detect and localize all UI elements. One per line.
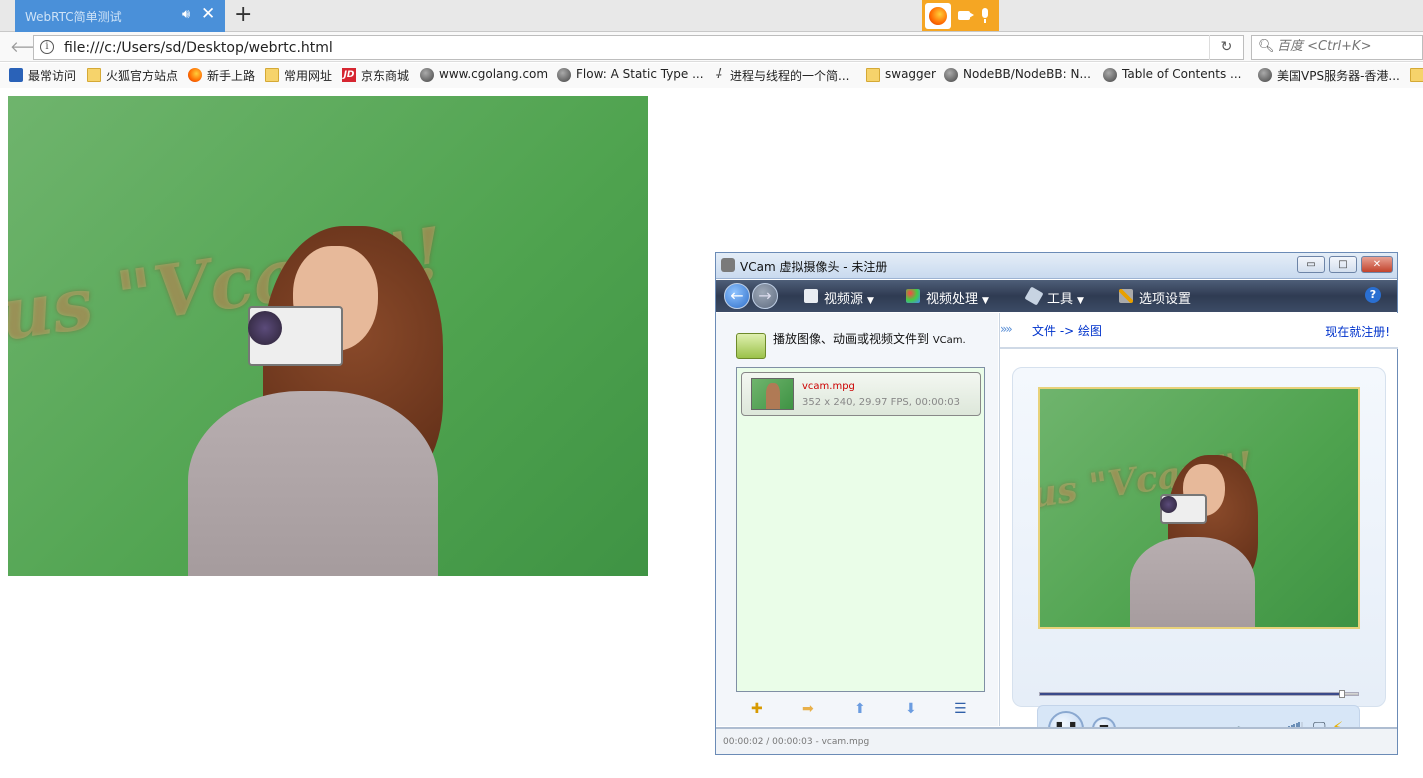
tab-title: WebRTC简单测试: [25, 10, 122, 24]
url-text[interactable]: file:///c:/Users/sd/Desktop/webrtc.html: [64, 40, 333, 56]
document-icon: [804, 289, 818, 303]
bookmarks-toolbar: 最常访问 火狐官方站点 新手上路 常用网址 JD 京东商城 www.cgolang…: [0, 63, 1423, 88]
add-file-icon[interactable]: ✚: [751, 702, 763, 716]
move-up-icon[interactable]: ⬆: [854, 702, 866, 716]
search-icon: 🔍︎: [1258, 39, 1275, 54]
navigation-bar: 🡐 i file:///c:/Users/sd/Desktop/webrtc.h…: [0, 32, 1423, 62]
folder-icon: [265, 68, 279, 82]
frequent-icon: [9, 68, 23, 82]
bookmark-item[interactable]: 新手上路: [188, 67, 255, 84]
preview-video[interactable]: us "Vcam"!: [1038, 387, 1360, 629]
bookmark-item[interactable]: 常用网址: [265, 67, 332, 84]
tag-icon: [1024, 286, 1044, 306]
forward-button[interactable]: →: [752, 283, 778, 309]
bookmark-item[interactable]: ⸸ 进程与线程的一个简...: [711, 67, 850, 84]
bookmark-item[interactable]: JD 京东商城: [342, 67, 409, 84]
vcam-title: VCam 虚拟摄像头 - 未注册: [740, 260, 888, 274]
close-tab-icon[interactable]: ✕: [201, 4, 215, 24]
breadcrumb-path[interactable]: 文件 -> 绘图: [1032, 322, 1102, 339]
file-meta: 352 x 240, 29.97 FPS, 00:00:03: [802, 397, 961, 408]
playlist-header: 播放图像、动画或视频文件到 VCam.: [773, 332, 966, 346]
vcam-app-icon: [721, 258, 735, 272]
seek-handle[interactable]: [1339, 690, 1346, 698]
help-icon[interactable]: ?: [1365, 287, 1381, 303]
bookmark-item[interactable]: www.cgolang.com: [420, 67, 548, 82]
preview-frame: us "Vcam"! ❚❚ ■ 🔈 🖵 ⚡: [1012, 367, 1386, 753]
color-balls-icon: [906, 289, 920, 303]
media-sharing-indicator[interactable]: [922, 0, 999, 31]
bookmark-item[interactable]: 火狐官方站点: [87, 67, 178, 84]
tab-bar: WebRTC简单测试 🔊︎ ✕ +: [0, 0, 1423, 32]
minimize-button[interactable]: ▭: [1297, 256, 1325, 273]
list-menu-icon[interactable]: ☰: [954, 702, 967, 716]
address-bar[interactable]: i file:///c:/Users/sd/Desktop/webrtc.htm…: [33, 35, 1244, 60]
globe-icon: [944, 68, 958, 82]
vcam-toolbar: ← → 视频源 ▼ 视频处理 ▼ 工具 ▼ 选项设置 ?: [716, 280, 1397, 312]
file-list[interactable]: vcam.mpg 352 x 240, 29.97 FPS, 00:00:03: [736, 367, 985, 692]
jd-icon: JD: [342, 68, 356, 82]
file-thumbnail: [751, 378, 794, 410]
camera-icon[interactable]: [958, 11, 974, 20]
new-tab-button[interactable]: +: [234, 2, 252, 27]
seek-slider[interactable]: [1039, 690, 1359, 698]
search-bar[interactable]: 🔍︎: [1251, 35, 1423, 60]
playlist-panel: 播放图像、动画或视频文件到 VCam. vcam.mpg 352 x 240, …: [716, 313, 998, 726]
bookmark-item[interactable]: Table of Contents ...: [1103, 67, 1241, 82]
menu-video-processing[interactable]: 视频处理 ▼: [906, 288, 989, 307]
preview-panel: »» 文件 -> 绘图 现在就注册! us "Vcam"! ❚❚: [999, 313, 1398, 753]
search-input[interactable]: [1277, 39, 1417, 54]
webrtc-video[interactable]: us "Vcam"!: [8, 96, 648, 576]
add-folder-icon[interactable]: ➡: [802, 702, 814, 716]
reload-icon[interactable]: ↻: [1209, 35, 1243, 60]
menu-tools[interactable]: 工具 ▼: [1024, 286, 1084, 307]
move-down-icon[interactable]: ⬇: [905, 702, 917, 716]
bookmark-item[interactable]: 美国VPS服务器-香港...: [1258, 67, 1400, 84]
menu-options[interactable]: 选项设置: [1119, 288, 1191, 307]
status-bar: 00:00:02 / 00:00:03 - vcam.mpg: [716, 727, 1397, 754]
globe-icon: [557, 68, 571, 82]
maximize-button[interactable]: □: [1329, 256, 1357, 273]
seek-progress: [1040, 693, 1343, 695]
vcam-title-bar[interactable]: VCam 虚拟摄像头 - 未注册 ▭ □ ✕: [716, 253, 1397, 279]
folder-icon: [1410, 68, 1423, 82]
folder-open-icon: [736, 333, 766, 359]
tab-webrtc[interactable]: WebRTC简单测试 🔊︎ ✕: [15, 0, 225, 32]
firefox-icon: [188, 68, 202, 82]
menu-video-source[interactable]: 视频源 ▼: [804, 288, 874, 307]
bookmark-item[interactable]: NodeBB/NodeBB: N...: [944, 67, 1091, 82]
list-item[interactable]: vcam.mpg 352 x 240, 29.97 FPS, 00:00:03: [741, 372, 981, 416]
file-name: vcam.mpg: [802, 381, 855, 392]
globe-icon: [420, 68, 434, 82]
globe-icon: [1258, 68, 1272, 82]
microphone-icon[interactable]: [982, 8, 988, 23]
dagger-icon: ⸸: [714, 67, 722, 82]
folder-icon: [866, 68, 880, 82]
bookmark-item[interactable]: Flow: A Static Type ...: [557, 67, 704, 82]
breadcrumb: »» 文件 -> 绘图 现在就注册!: [1000, 313, 1398, 349]
back-button[interactable]: ←: [724, 283, 750, 309]
globe-icon: [1103, 68, 1117, 82]
breadcrumb-arrows: »»: [1000, 322, 1013, 336]
firefox-icon: [925, 3, 951, 29]
folder-icon: [87, 68, 101, 82]
bookmark-item[interactable]: swagger: [866, 67, 936, 82]
wrench-icon: [1119, 289, 1133, 303]
info-icon[interactable]: i: [40, 40, 54, 54]
close-button[interactable]: ✕: [1361, 256, 1393, 273]
register-link[interactable]: 现在就注册!: [1325, 323, 1390, 340]
status-text: 00:00:02 / 00:00:03 - vcam.mpg: [723, 737, 870, 747]
speaker-icon[interactable]: 🔊︎: [182, 7, 190, 22]
bookmark-item[interactable]: 最常访问: [9, 67, 76, 84]
vcam-window[interactable]: VCam 虚拟摄像头 - 未注册 ▭ □ ✕ ← → 视频源 ▼ 视频处理 ▼ 工具…: [715, 252, 1398, 755]
